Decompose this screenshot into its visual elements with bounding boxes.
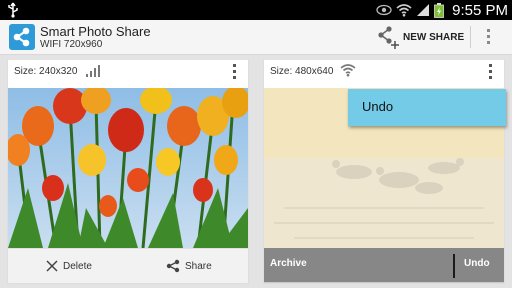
size-label: Size: 240x320	[14, 66, 78, 77]
card-header: Size: 480x640	[264, 60, 504, 88]
overflow-menu-icon[interactable]	[484, 28, 494, 46]
card-footer: Delete Share	[8, 248, 248, 283]
card-menu-icon[interactable]	[230, 62, 240, 84]
delete-label: Delete	[63, 260, 92, 272]
photo-card-1: Size: 240x320 Delete Share	[8, 60, 248, 283]
app-icon[interactable]	[9, 24, 35, 50]
share-add-icon	[378, 26, 399, 49]
wifi-icon	[340, 64, 356, 77]
delete-button[interactable]: Delete	[46, 257, 92, 275]
archive-divider	[453, 254, 455, 278]
archive-button[interactable]: Archive	[270, 258, 307, 269]
undo-popup[interactable]: Undo	[348, 89, 506, 126]
photo-tulips[interactable]	[8, 88, 248, 248]
share-icon	[13, 27, 30, 47]
tulips-image	[8, 88, 248, 248]
cellular-signal-icon	[86, 65, 100, 77]
card-menu-icon[interactable]	[486, 62, 496, 84]
size-label: Size: 480x640	[270, 66, 334, 77]
undo-popup-label: Undo	[362, 99, 394, 114]
action-bar-divider	[470, 26, 471, 48]
app-title: Smart Photo Share	[40, 24, 151, 39]
status-bar: 9:55 PM	[0, 0, 512, 20]
clock: 9:55 PM	[452, 1, 508, 19]
undo-button[interactable]: Undo	[464, 258, 490, 269]
signal-icon	[417, 4, 430, 16]
battery-charging-icon	[434, 2, 445, 18]
new-share-label: NEW SHARE	[403, 31, 465, 43]
share-icon	[166, 259, 180, 273]
new-share-button[interactable]: NEW SHARE	[376, 23, 464, 51]
card-header: Size: 240x320	[8, 60, 248, 88]
archive-bar: Archive Undo	[264, 248, 504, 282]
usb-icon	[8, 2, 18, 18]
share-button[interactable]: Share	[166, 257, 212, 275]
action-bar: Smart Photo Share WIFI 720x960 NEW SHARE	[0, 20, 512, 55]
share-label: Share	[185, 260, 212, 272]
app-subtitle: WIFI 720x960	[40, 39, 103, 50]
wifi-icon	[396, 4, 412, 17]
eye-icon	[376, 4, 392, 16]
close-icon	[46, 260, 58, 272]
